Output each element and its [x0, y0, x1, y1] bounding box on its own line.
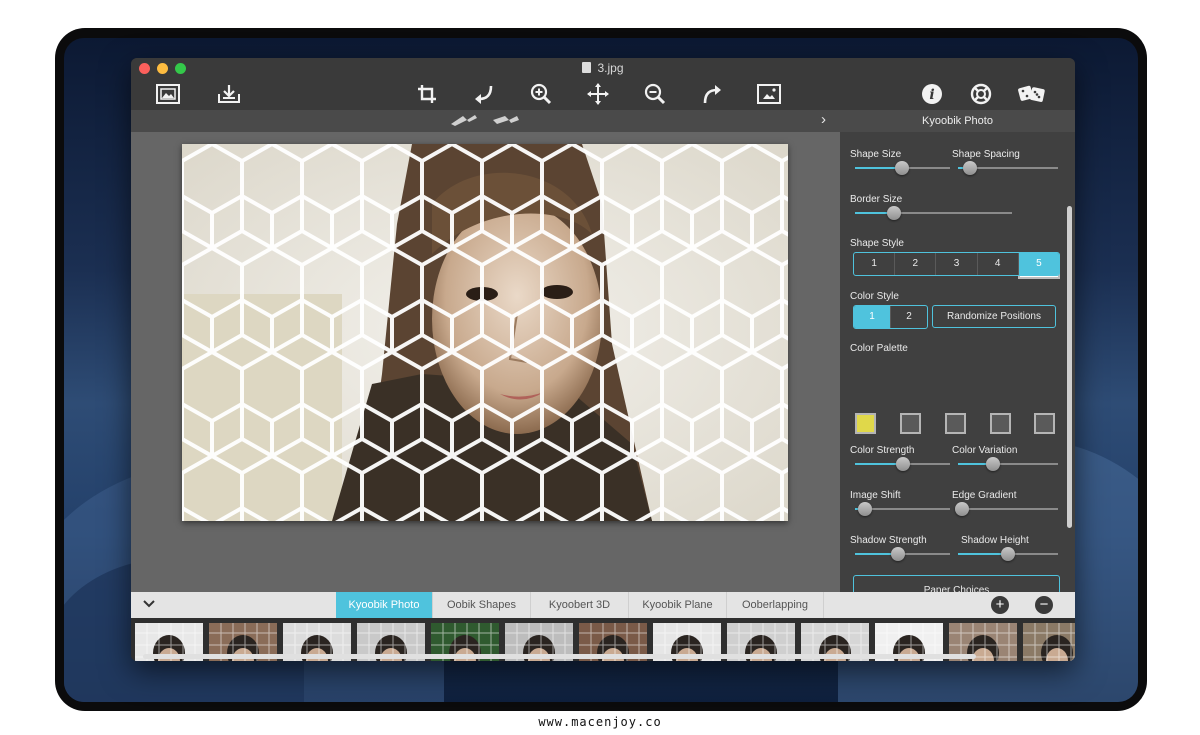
palette-swatch-4[interactable] [990, 413, 1011, 434]
shape-style-segmented[interactable]: 1 2 3 4 5 [853, 252, 1060, 276]
shadow-strength-label: Shadow Strength [850, 535, 927, 546]
remove-preset-button[interactable]: − [1035, 596, 1053, 614]
edited-photo [182, 144, 788, 521]
window-title: 3.jpg [597, 61, 624, 75]
color-style-segmented[interactable]: 1 2 [853, 305, 928, 329]
tab-kyoobert-3d[interactable]: Kyoobert 3D [531, 592, 629, 618]
color-strength-label: Color Strength [850, 445, 915, 456]
color-variation-label: Color Variation [952, 445, 1018, 456]
color-style-2[interactable]: 2 [891, 306, 927, 328]
edge-gradient-label: Edge Gradient [952, 490, 1017, 501]
document-icon [582, 62, 592, 73]
color-strength-slider[interactable] [855, 457, 950, 471]
tab-kyoobik-photo[interactable]: Kyoobik Photo [336, 592, 433, 618]
move-icon[interactable] [581, 80, 615, 108]
image-shift-slider[interactable] [855, 502, 950, 516]
tab-ooberlapping[interactable]: Ooberlapping [727, 592, 824, 618]
info-icon[interactable]: i [915, 80, 949, 108]
fit-image-icon[interactable] [752, 80, 786, 108]
shadow-strength-slider[interactable] [855, 547, 950, 561]
color-style-1[interactable]: 1 [854, 306, 891, 328]
border-size-slider[interactable] [855, 206, 1012, 220]
title-bar: 3.jpg [131, 58, 1075, 78]
palette-swatch-2[interactable] [900, 413, 921, 434]
edge-gradient-slider[interactable] [955, 502, 1058, 516]
border-size-label: Border Size [850, 194, 903, 205]
shape-style-4[interactable]: 4 [978, 253, 1019, 275]
app-window: 3.jpg i › Kyoobik Photo Shape Size Shape… [131, 58, 1075, 661]
shape-style-2[interactable]: 2 [895, 253, 937, 275]
shape-style-3[interactable]: 3 [936, 253, 978, 275]
style-tabs: Kyoobik Photo Oobik Shapes Kyoobert 3D K… [131, 592, 1075, 618]
settings-panel: Kyoobik Photo Shape Size Shape Spacing B… [840, 110, 1075, 599]
zoom-out-icon[interactable] [638, 80, 672, 108]
crop-icon[interactable] [410, 80, 444, 108]
add-preset-button[interactable]: + [991, 596, 1009, 614]
zoom-in-icon[interactable] [524, 80, 558, 108]
color-palette-label: Color Palette [850, 343, 908, 354]
shape-style-1[interactable]: 1 [854, 253, 896, 275]
color-variation-slider[interactable] [958, 457, 1058, 471]
shape-size-slider[interactable] [855, 161, 950, 175]
preset-scrollbar[interactable] [143, 654, 976, 659]
rotate-left-icon[interactable] [467, 80, 501, 108]
palette-swatch-1[interactable] [855, 413, 876, 434]
chevron-down-icon[interactable] [143, 596, 155, 611]
help-icon[interactable] [964, 80, 998, 108]
randomize-dice-icon[interactable] [1015, 80, 1049, 108]
preset-thumbnail[interactable] [1023, 623, 1075, 661]
brush-back-icon[interactable] [449, 112, 479, 131]
shape-style-label: Shape Style [850, 238, 904, 249]
open-image-icon[interactable] [151, 80, 185, 108]
tab-kyoobik-plane[interactable]: Kyoobik Plane [629, 592, 727, 618]
color-style-label: Color Style [850, 291, 899, 302]
shape-spacing-slider[interactable] [958, 161, 1058, 175]
panel-title: Kyoobik Photo [840, 110, 1075, 132]
randomize-positions-button[interactable]: Randomize Positions [932, 305, 1056, 328]
shape-size-label: Shape Size [850, 149, 902, 160]
chevron-right-icon[interactable]: › [821, 111, 826, 128]
image-canvas[interactable] [131, 132, 840, 592]
watermark-url: www.macenjoy.co [538, 715, 662, 729]
save-image-icon[interactable] [212, 80, 246, 108]
image-shift-label: Image Shift [850, 490, 901, 501]
palette-swatch-5[interactable] [1034, 413, 1055, 434]
shadow-height-label: Shadow Height [961, 535, 1029, 546]
panel-scrollbar[interactable] [1067, 206, 1072, 528]
tab-oobik-shapes[interactable]: Oobik Shapes [433, 592, 531, 618]
palette-swatch-3[interactable] [945, 413, 966, 434]
sub-toolbar: › [131, 110, 840, 132]
rotate-right-icon[interactable] [695, 80, 729, 108]
svg-text:i: i [929, 87, 934, 103]
brush-forward-icon[interactable] [491, 112, 521, 131]
shape-style-5[interactable]: 5 [1018, 253, 1059, 275]
toolbar: i [131, 78, 1075, 110]
shape-spacing-label: Shape Spacing [952, 149, 1020, 160]
shadow-height-slider[interactable] [958, 547, 1058, 561]
